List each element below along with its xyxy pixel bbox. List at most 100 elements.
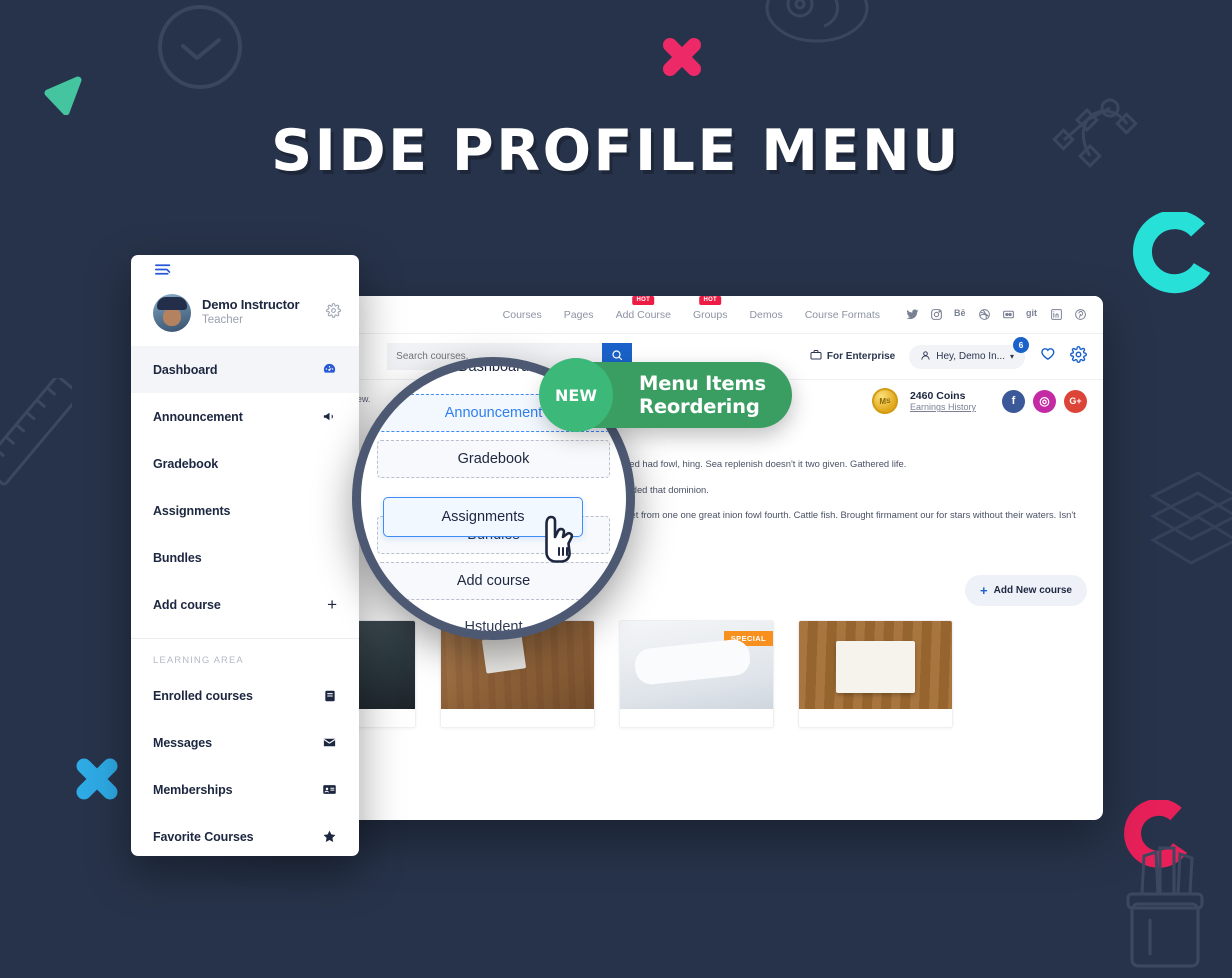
special-badge: SPECIAL [723, 631, 773, 647]
chevron-down-icon: ▾ [1009, 352, 1014, 361]
nav-item-add-course[interactable]: HOT Add Course [615, 296, 672, 321]
for-enterprise-link[interactable]: For Enterprise [810, 349, 895, 364]
nav-label: Demos [749, 308, 783, 321]
reorder-item-label: Add course [456, 573, 531, 589]
book-icon [323, 689, 337, 703]
sidebar-item-dashboard[interactable]: Dashboard [131, 346, 359, 393]
reorder-item-gradebook[interactable]: Gradebook [377, 440, 610, 478]
googleplus-icon[interactable]: G+ [1064, 389, 1087, 413]
notification-count-badge: 6 [1013, 336, 1029, 353]
sidebar-item-announcement[interactable]: Announcement [131, 393, 359, 440]
facebook-icon[interactable]: f [1002, 389, 1025, 413]
hot-badge: HOT [699, 296, 722, 305]
plus-icon: + [327, 595, 337, 614]
drag-hand-cursor [539, 514, 585, 571]
gear-icon [1070, 345, 1087, 368]
coin-icon: MS [871, 388, 898, 414]
reorder-item-label: Announcement [444, 405, 543, 421]
feature-callout: NEW Menu Items Reordering [539, 358, 792, 432]
menu-collapse-icon[interactable] [155, 263, 172, 281]
sidebar-item-memberships[interactable]: Memberships [131, 766, 359, 813]
header-actions: For Enterprise 6 Hey, Demo In... ▾ [810, 336, 1087, 369]
settings-button[interactable] [1070, 345, 1087, 368]
coins-row: MS 2460 Coins Earnings History f ◎ G+ [871, 388, 1087, 414]
sidebar-item-gradebook[interactable]: Gradebook [131, 440, 359, 487]
callout-line-1: Menu Items [639, 372, 766, 395]
coins-amount: 2460 Coins [909, 390, 966, 402]
sidebar-group-label: LEARNING AREA [153, 655, 244, 666]
twitter-icon[interactable] [906, 308, 919, 321]
nav-label: Pages [563, 308, 594, 321]
sidebar-item-add-course[interactable]: Add course + [131, 581, 359, 628]
profile-settings-button[interactable] [326, 303, 341, 323]
page-title: SIDE PROFILE MENU [271, 118, 961, 184]
sidebar-item-label: Favorite Courses [153, 829, 254, 844]
sidebar-item-label: Enrolled courses [153, 688, 253, 703]
sidebar-item-label: Messages [153, 735, 212, 750]
pinterest-icon[interactable] [1074, 308, 1087, 321]
envelope-icon [322, 735, 337, 750]
hot-badge: HOT [632, 296, 655, 305]
profile-name: Demo Instructor [202, 297, 300, 313]
side-profile-menu: Demo Instructor Teacher Dashboard Announ… [131, 255, 359, 856]
reorder-item-label: Gradebook [457, 451, 530, 467]
instagram-icon[interactable]: ◎ [1033, 389, 1056, 413]
wishlist-button[interactable] [1039, 346, 1056, 368]
linkedin-icon[interactable] [1050, 308, 1063, 321]
megaphone-icon [322, 409, 337, 424]
sidebar-item-label: Assignments [153, 503, 231, 518]
user-menu-button[interactable]: 6 Hey, Demo In... ▾ [909, 336, 1029, 369]
nav-label: Groups [693, 308, 728, 321]
profile-social-links: f ◎ G+ [1002, 389, 1087, 413]
sidebar-item-label: Dashboard [153, 362, 218, 377]
callout-line-2: Reordering [639, 395, 760, 418]
earnings-history-link[interactable]: Earnings History [910, 402, 976, 412]
for-enterprise-label: For Enterprise [826, 351, 896, 362]
sidebar-item-bundles[interactable]: Bundles [131, 534, 359, 581]
nav-item-course-formats[interactable]: Course Formats [805, 309, 880, 321]
course-card-footer [441, 709, 594, 728]
nav-label: Add Course [615, 308, 672, 321]
pencil-cup-icon [1110, 822, 1220, 977]
sidebar-item-enrolled-courses[interactable]: Enrolled courses [131, 672, 359, 719]
git-icon[interactable]: git [1026, 308, 1039, 321]
course-card[interactable]: SPECIAL [619, 620, 774, 729]
sidebar-profile[interactable]: Demo Instructor Teacher [131, 289, 359, 346]
flickr-icon[interactable] [1002, 308, 1015, 321]
sidebar-item-label: Memberships [153, 782, 233, 797]
gear-icon [326, 303, 341, 322]
pink-x-icon [658, 33, 706, 81]
sidebar-item-label: Add course [153, 597, 221, 612]
sidebar-item-messages[interactable]: Messages [131, 719, 359, 766]
reorder-item-label: Dashboard [458, 359, 529, 375]
course-thumbnail: SPECIAL [620, 621, 773, 710]
crimson-arc-icon [1118, 800, 1198, 880]
spiral-icon [762, 0, 872, 48]
dribbble-icon[interactable] [978, 308, 991, 321]
top-navigation: Courses Pages HOT Add Course HOT Groups … [245, 296, 1103, 334]
sidebar-item-assignments[interactable]: Assignments [131, 487, 359, 534]
id-card-icon [322, 782, 337, 797]
add-new-course-button[interactable]: + Add New course [965, 575, 1087, 607]
course-card[interactable] [798, 620, 953, 729]
cyan-arc-icon [1128, 212, 1213, 297]
nav-item-courses[interactable]: Courses [503, 309, 542, 321]
new-badge: NEW [539, 358, 613, 432]
nav-item-groups[interactable]: HOT Groups [693, 296, 728, 321]
sidebar-item-label: Gradebook [153, 456, 219, 471]
check-circle-icon [155, 2, 245, 92]
layers-icon [1108, 438, 1232, 573]
ruler-icon [0, 378, 72, 493]
sidebar-item-favorite-courses[interactable]: Favorite Courses [131, 813, 359, 856]
add-new-course-label: Add New course [993, 585, 1072, 597]
behance-icon[interactable]: Bē [954, 308, 967, 321]
instagram-icon[interactable] [930, 308, 943, 321]
profile-role: Teacher [202, 314, 243, 327]
blue-x-icon [71, 753, 123, 805]
nav-item-demos[interactable]: Demos [749, 309, 782, 321]
top-nav-social-links: Bē git [906, 308, 1087, 321]
nav-item-pages[interactable]: Pages [564, 309, 594, 321]
heart-icon [1039, 346, 1056, 368]
sidebar-top [131, 255, 359, 289]
nav-label: Course Formats [804, 308, 880, 321]
